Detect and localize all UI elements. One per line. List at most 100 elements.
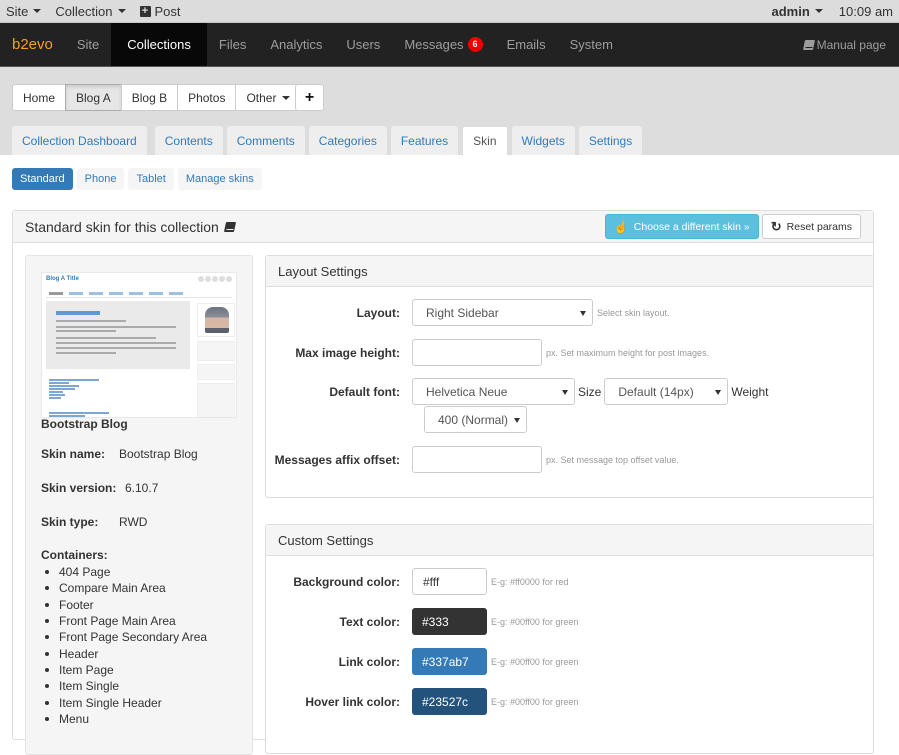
tab-label: Collection Dashboard [22,133,137,148]
font-size-value: Default (14px) [618,384,694,399]
refresh-icon: ↻ [770,218,782,234]
tab-label: Categories [318,133,377,148]
tab-widgets[interactable]: Widgets [511,126,575,155]
post-button[interactable]: + Post [139,4,181,19]
tab-features[interactable]: Features [390,126,459,155]
nav-analytics[interactable]: Analytics [258,23,334,66]
tab-comments[interactable]: Comments [226,126,305,155]
text-color-value: #333 [422,614,449,629]
custom-settings-title: Custom Settings [266,525,873,556]
hover-link-color-row: Hover link color: #23527c E-g: #00ff00 f… [266,688,873,715]
nav-collections[interactable]: Collections [111,23,207,66]
font-weight-value: 400 (Normal) [438,412,509,427]
collection-photos[interactable]: Photos [177,84,237,111]
choose-different-skin-button[interactable]: ☝ Choose a different skin » [604,214,759,239]
site-menu-label: Site [6,3,29,19]
tab-collection-dashboard[interactable]: Collection Dashboard [12,126,147,155]
layout-row: Layout: Right Sidebar Select skin layout… [266,299,873,326]
nav-emails[interactable]: Emails [495,23,558,66]
tab-settings[interactable]: Settings [578,126,643,155]
text-color-row: Text color: #333 E-g: #00ff00 for green [266,608,873,635]
background-color-input[interactable]: #fff [412,568,487,595]
clock: 10:09 am [838,3,893,19]
skin-panel-heading: Standard skin for this collection ☝ Choos… [13,211,873,243]
layout-value: Right Sidebar [426,305,499,320]
default-font-select[interactable]: Helvetica Neue [412,378,575,405]
skin-name-value: Bootstrap Blog [119,447,198,461]
collection-other-label: Other [246,90,277,105]
max-image-height-note: px. Set maximum height for post images. [546,347,710,358]
pill-phone[interactable]: Phone [76,168,125,190]
caret-down-icon [33,9,42,13]
link-color-note: E-g: #00ff00 for green [491,656,579,667]
messages-affix-row: Messages affix offset: px. Set message t… [266,446,873,473]
messages-affix-input[interactable] [412,446,542,473]
tab-contents[interactable]: Contents [154,126,223,155]
max-image-height-label: Max image height: [295,345,400,360]
main-navbar: b2evo Site Collections Files Analytics U… [0,23,899,67]
pill-tablet[interactable]: Tablet [128,168,174,190]
user-menu[interactable]: admin [772,4,823,19]
collection-home[interactable]: Home [12,84,67,111]
preview-categories-box [197,383,235,417]
collection-photos-label: Photos [188,90,226,105]
layout-label: Layout: [356,305,400,320]
manual-page-link[interactable]: Manual page [802,23,899,66]
brand-logo[interactable]: b2evo [0,23,65,66]
skin-panel-title-text: Standard skin for this collection [25,218,219,235]
link-color-input[interactable]: #337ab7 [412,648,487,675]
text-color-label: Text color: [339,614,400,629]
font-weight-label: Weight [731,384,769,399]
layout-settings-panel: Layout Settings Layout: Right Sidebar Se… [265,255,874,498]
tab-label: Skin [473,134,497,148]
preview-avatar-image [197,303,235,337]
collection-blog-a[interactable]: Blog A [65,84,122,111]
pill-label: Tablet [136,173,166,185]
default-font-label: Default font: [329,384,400,399]
container-name: Item Single Header [59,695,162,710]
hover-link-color-label: Hover link color: [305,694,400,709]
book-icon [802,39,815,50]
container-item: Item Single Header [41,694,207,710]
collection-other-dropdown[interactable]: Other [235,84,302,111]
collection-menu[interactable]: Collection [55,3,126,19]
tab-categories[interactable]: Categories [308,126,387,155]
site-menu[interactable]: Site [6,3,42,19]
nav-system[interactable]: System [558,23,625,66]
nav-users[interactable]: Users [334,23,392,66]
manual-book-icon[interactable] [223,221,236,232]
skin-type-pills: Standard Phone Tablet Manage skins [12,168,266,190]
preview-blog-title: Blog A Title [46,276,79,282]
pill-standard[interactable]: Standard [12,168,73,190]
max-image-height-input[interactable] [412,339,542,366]
layout-note: Select skin layout. [597,307,670,318]
container-name: Header [59,646,99,661]
tab-skin[interactable]: Skin [462,126,508,156]
layout-select[interactable]: Right Sidebar [412,299,593,326]
container-item: Front Page Main Area [41,613,207,629]
preview-link [49,394,65,396]
container-item: Item Single [41,678,207,694]
nav-messages[interactable]: Messages 6 [392,23,494,66]
reset-params-button[interactable]: ↻ Reset params [761,214,861,239]
pill-manage-skins[interactable]: Manage skins [177,168,262,190]
layout-settings-title: Layout Settings [266,256,873,287]
skin-name-label: Skin name: [41,447,106,461]
collection-menu-label: Collection [55,3,113,19]
add-collection-button[interactable]: + [295,84,324,111]
plus-icon: + [304,88,315,106]
skin-type-value: RWD [119,515,148,529]
hover-link-color-input[interactable]: #23527c [412,688,487,715]
container-name: 404 Page [59,565,111,580]
nav-site[interactable]: Site [65,23,111,66]
nav-files[interactable]: Files [207,23,258,66]
preview-nav [46,290,232,298]
nav-system-label: System [569,37,613,52]
collection-blog-b[interactable]: Blog B [120,84,179,111]
container-name: Footer [59,597,94,612]
caret-down-icon [814,9,823,13]
text-color-input[interactable]: #333 [412,608,487,635]
preview-social-icons [197,276,232,282]
font-size-select[interactable]: Default (14px) [604,378,729,405]
font-weight-select[interactable]: 400 (Normal) [424,406,527,433]
